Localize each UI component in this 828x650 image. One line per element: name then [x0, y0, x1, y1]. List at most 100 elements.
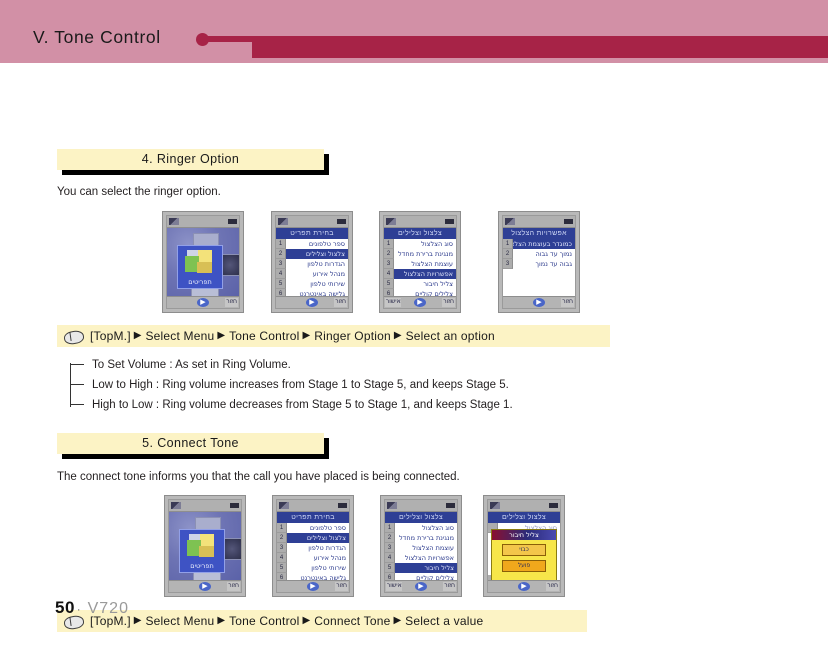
item-number: 3 [276, 259, 286, 269]
phone-softkey-bar: ▶ חזור [276, 296, 348, 308]
item-number: 2 [384, 249, 394, 259]
item-label: צלצול וצלילים [287, 533, 349, 543]
breadcrumb-item[interactable]: Select a value [405, 614, 483, 628]
item-label: מנהל אירוע [286, 269, 348, 279]
phone-softkey-bar: ▶ חזור [167, 296, 239, 308]
softkey-right: חזור [225, 298, 238, 307]
phone-softkey-bar: ▶ חזור [488, 580, 560, 592]
phone-screen-title: צלצול וצלילים [385, 512, 457, 523]
item-label: סוג הצלצול [395, 523, 457, 533]
battery-icon [338, 503, 347, 508]
phone-popup-dialog: צליל חיבור כבוי פועל [491, 529, 557, 580]
phone-menu-item: 3 עוצמת הצלצול [384, 259, 456, 269]
popup-option-button[interactable]: פועל [502, 560, 546, 572]
item-label: ספר טלפונים [286, 239, 348, 249]
phone-menu-item: 4 מנהל אירוע [276, 269, 348, 279]
battery-icon [337, 219, 346, 224]
phone-menu-item: 4 אפשרויות הצלצול [385, 553, 457, 563]
phone-status-bar [503, 216, 575, 228]
phone-menu-item: 3 הגדרות טלפון [276, 259, 348, 269]
item-number: 4 [385, 553, 395, 563]
item-number: 5 [276, 279, 286, 289]
phone-screen-title: אפשרויות הצלצול [503, 228, 575, 239]
phone-softkey-bar: ▶ חזור [277, 580, 349, 592]
breadcrumb-item[interactable]: Tone Control [229, 614, 299, 628]
breadcrumb-separator-icon: ▶ [133, 614, 142, 626]
breadcrumb-item[interactable]: Select an option [406, 329, 495, 343]
softkey-center: ▶ [518, 582, 530, 591]
phone-menu-item: 6 גלישה באינטרנט [276, 289, 348, 296]
breadcrumb-item[interactable]: Tone Control [229, 329, 299, 343]
item-label: צליל חיבור [394, 279, 456, 289]
phone-screen-title: בחירת תפריט [276, 228, 348, 239]
phone-screen-title: בחירת תפריט [277, 512, 349, 523]
signal-icon [171, 502, 181, 509]
item-label: מנגינת ברירת מחדל [395, 533, 457, 543]
phone-status-bar [276, 216, 348, 228]
breadcrumb-separator-icon: ▶ [217, 329, 226, 341]
item-number: 2 [503, 249, 513, 259]
phone-screenshot: תפריטים ▶ חזור [164, 495, 246, 597]
item-label: מנהל אירוע [287, 553, 349, 563]
item-label: עוצמת הצלצול [395, 543, 457, 553]
phone-softkey-bar: ▶ חזור [503, 296, 575, 308]
softkey-center: ▶ [306, 298, 318, 307]
softkey-right: חזור [443, 582, 456, 591]
item-number: 3 [385, 543, 395, 553]
item-label: גלישה באינטרנט [286, 289, 348, 296]
item-label: ספר טלפונים [287, 523, 349, 533]
phone-menu-item: 6 צלילים קוליים [385, 573, 457, 580]
softkey-right: חזור [334, 298, 347, 307]
softkey-right: חזור [442, 298, 455, 307]
phone-menu-item: 1 ספר טלפונים [276, 239, 348, 249]
phone-icon-grid: תפריטים [169, 512, 241, 580]
item-label: נמוך עד גבוה [513, 249, 575, 259]
section-heading-ringer-option: 4. Ringer Option [57, 149, 329, 175]
item-number: 3 [384, 259, 394, 269]
phone-icon-grid: תפריטים [167, 228, 239, 296]
phone-status-bar [384, 216, 456, 228]
softkey-right: חזור [561, 298, 574, 307]
item-number: 1 [276, 239, 286, 249]
phone-menu-item: 2 מנגינת ברירת מחדל [384, 249, 456, 259]
page-footer: 50 · V720 [55, 598, 129, 618]
note-item: To Set Volume : As set in Ring Volume. [70, 355, 610, 375]
phone-screenshot: בחירת תפריט 1 ספר טלפונים 2 צלצול וצלילי… [271, 211, 353, 313]
notes-list: To Set Volume : As set in Ring Volume. L… [70, 355, 610, 415]
breadcrumb-separator-icon: ▶ [133, 329, 142, 341]
signal-icon [386, 218, 396, 225]
battery-icon [445, 219, 454, 224]
breadcrumb-item[interactable]: Ringer Option [314, 329, 391, 343]
section-heading-label: 5. Connect Tone [142, 436, 239, 450]
popup-option-button[interactable]: כבוי [502, 544, 546, 556]
cube-icon [185, 250, 213, 274]
softkey-left: אישור [385, 298, 402, 307]
menu-icon-caption: תפריטים [190, 562, 214, 570]
phone-menu-item: 5 צליל חיבור [385, 563, 457, 573]
battery-icon [564, 219, 573, 224]
breadcrumb-item[interactable]: [TopM.] [90, 329, 131, 343]
phone-menu-item: 5 צליל חיבור [384, 279, 456, 289]
breadcrumb-item[interactable]: Select Menu [145, 614, 214, 628]
section-intro-connect-tone: The connect tone informs you that the ca… [57, 471, 460, 483]
phone-menu-item: 4 אפשרויות הצלצול [384, 269, 456, 279]
softkey-left: אישור [386, 582, 403, 591]
item-number: 2 [277, 533, 287, 543]
item-number: 4 [277, 553, 287, 563]
item-label: צלצול וצלילים [286, 249, 348, 259]
phone-screenshot: צלצול וצלילים 1 סוג הצלצול 2 מנגינת בריר… [380, 495, 462, 597]
signal-icon [490, 502, 500, 509]
item-number: 6 [277, 573, 287, 580]
item-number: 1 [385, 523, 395, 533]
item-label: הגדרות טלפון [286, 259, 348, 269]
phone-menu-item: 2 צלצול וצלילים [276, 249, 348, 259]
item-number: 2 [385, 533, 395, 543]
softkey-center: ▶ [307, 582, 319, 591]
breadcrumb-item[interactable]: Connect Tone [314, 614, 390, 628]
item-label: שירותי טלפון [287, 563, 349, 573]
breadcrumb-item[interactable]: Select Menu [145, 329, 214, 343]
item-number: 3 [503, 259, 513, 269]
item-label: כמוגדר בעוצמת הצלצול [513, 239, 575, 249]
phone-screenshot: צלצול וצלילים סוג הצלצול צלילים קוליים צ… [483, 495, 565, 597]
battery-icon [446, 503, 455, 508]
